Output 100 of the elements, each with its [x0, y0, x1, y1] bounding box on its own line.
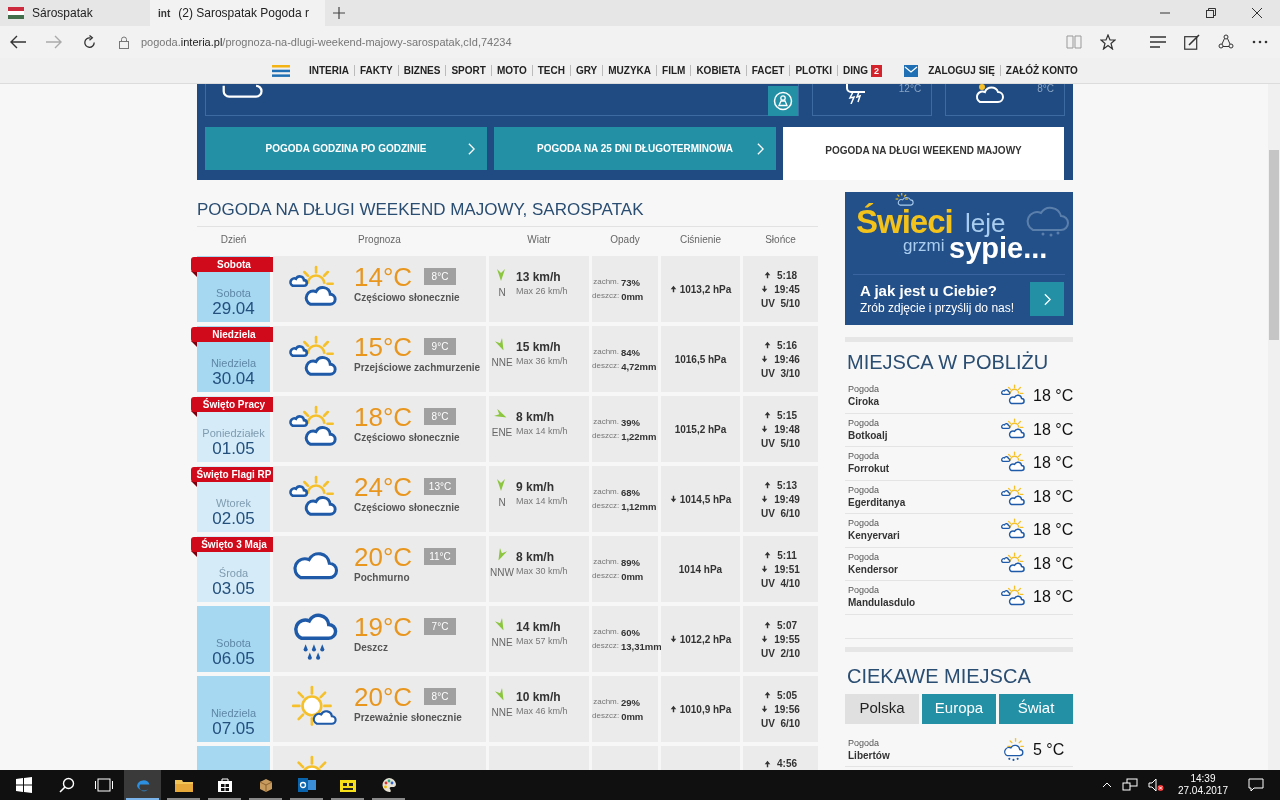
arrow-up-icon [764, 481, 771, 489]
wind-gust: Max 26 km/h [516, 285, 568, 298]
nav-link[interactable]: MUZYKA [602, 65, 657, 76]
precipitation-label: zachm. [593, 487, 619, 497]
network-icon[interactable] [1121, 778, 1138, 792]
shopping-bag-icon[interactable] [215, 777, 234, 793]
chevron-right-icon [468, 141, 475, 156]
more-icon[interactable] [1252, 40, 1268, 44]
share-icon[interactable] [1218, 34, 1234, 50]
forecast-tab[interactable]: POGODA NA DŁUGI WEEKEND MAJOWY [783, 127, 1064, 180]
address-field[interactable]: pogoda.interia.pl/prognoza-na-dlugi-weekend-majowy-sarospatak,cId,74234 [141, 33, 512, 51]
region-tab[interactable]: Świat [999, 693, 1073, 724]
sunrise-time: 4:56 [777, 758, 797, 769]
forecast-card[interactable]: 12°C [812, 84, 933, 116]
sunset-time: 19:48 [774, 423, 800, 435]
site-logo-icon[interactable] [272, 64, 290, 77]
forecast-card[interactable]: 8°C [945, 84, 1065, 116]
place-row[interactable]: Pogoda Ciroka 18 °C [845, 380, 1073, 414]
paint-palette-icon[interactable] [379, 777, 398, 793]
place-temperature: 18 °C [1033, 453, 1073, 474]
nav-link[interactable]: FACET [745, 65, 790, 76]
person-circle-icon[interactable] [773, 91, 794, 111]
back-icon[interactable] [10, 35, 26, 49]
mail-icon[interactable] [904, 64, 919, 77]
nav-link[interactable]: SPORT [445, 65, 491, 76]
card-temperature: 8°C [1037, 84, 1054, 94]
precipitation-value: 89% [621, 556, 641, 568]
forecast-tab[interactable]: POGODA NA 25 DNI DŁUGOTERMINOWA [494, 127, 776, 170]
restore-icon[interactable] [1206, 8, 1216, 18]
sunset-time: 19:51 [774, 563, 800, 575]
sunset-time: 19:46 [774, 353, 800, 365]
nav-link[interactable]: KOBIETA [690, 65, 746, 76]
moon-cloud-icon [974, 84, 1005, 104]
arrow-up-icon [764, 341, 771, 349]
nav-link[interactable]: TECH [531, 65, 570, 76]
arrow-up-icon [764, 691, 771, 699]
place-row[interactable]: Pogoda Botkoalj 18 °C [845, 413, 1073, 447]
chevron-up-icon[interactable] [1101, 782, 1112, 788]
windows-start-icon[interactable] [16, 777, 32, 793]
folder-icon[interactable] [174, 777, 193, 793]
nav-link[interactable]: MOTO [490, 65, 532, 76]
wind-gust: Max 14 km/h [516, 495, 568, 508]
clock[interactable]: 14:39 27.04.2017 [1173, 773, 1232, 797]
favorite-star-icon[interactable] [1100, 34, 1116, 50]
scrollbar-thumb[interactable] [1269, 150, 1279, 340]
day-name: Niedziela [210, 707, 257, 719]
place-row[interactable]: Pogoda Forrokut 18 °C [845, 447, 1073, 481]
nav-link[interactable]: GRY [569, 65, 603, 76]
login-link[interactable]: ZALOGUJ SIĘ [923, 63, 1000, 78]
notification-icon[interactable] [1248, 778, 1264, 792]
speaker-muted-icon[interactable] [1147, 778, 1164, 792]
nav-link[interactable]: FILM [656, 65, 691, 76]
wind-speed: 8 km/h [516, 549, 554, 566]
precipitation-value: 39% [621, 416, 641, 428]
close-icon[interactable] [1252, 8, 1262, 18]
column-header: Dzień [220, 234, 247, 245]
place-name: Mandulasdulo [848, 596, 916, 610]
precipitation-label: deszcz: [592, 291, 620, 301]
search-icon[interactable] [58, 777, 75, 793]
place-name: Libertów [848, 748, 890, 762]
arrow-up-icon [669, 285, 677, 293]
precipitation-value: 73% [621, 276, 641, 288]
task-view-icon[interactable] [94, 778, 113, 792]
chevron-right-icon [1043, 292, 1051, 306]
place-temperature: 18 °C [1033, 520, 1073, 541]
arrow-up-icon [764, 551, 772, 559]
browser-tab[interactable]: int (2) Sarospatak Pogoda r [150, 0, 325, 26]
nav-link[interactable]: FAKTY [354, 65, 398, 76]
place-row[interactable]: Pogoda Egerditanya 18 °C [845, 480, 1073, 514]
nav-link[interactable]: PLOTKI [789, 65, 838, 76]
pressure-value: 1013,2 hPa [679, 282, 732, 297]
hub-menu-icon[interactable] [1150, 36, 1166, 48]
mail-app-icon[interactable] [297, 777, 316, 793]
wind-direction: ENE [490, 426, 514, 440]
precipitation-label: deszcz: [591, 641, 619, 651]
nav-link[interactable]: BIZNES [397, 65, 446, 76]
region-tab[interactable]: Europa [922, 693, 996, 724]
wind-speed: 13 km/h [516, 269, 561, 286]
place-row[interactable]: Pogoda Libertów 5 °C [845, 733, 1073, 767]
pressure-value: 1015,2 hPa [674, 422, 727, 437]
column-header: Prognoza [358, 234, 401, 245]
uv-index: UV 4/10 [761, 577, 800, 589]
new-tab-icon[interactable] [333, 7, 345, 19]
place-temperature: 18 °C [1033, 486, 1073, 507]
place-row[interactable]: Pogoda Kenyervari 18 °C [845, 514, 1073, 548]
precipitation-label: zachm. [593, 277, 619, 287]
forecast-tab[interactable]: POGODA GODZINA PO GODZINIE [205, 127, 487, 170]
place-label: Pogoda [848, 585, 881, 597]
pen-note-icon[interactable] [1184, 34, 1200, 50]
place-row[interactable]: Pogoda Kendersor 18 °C [845, 547, 1073, 581]
temperature: 18°C [354, 402, 413, 432]
precipitation-value: 84% [621, 346, 641, 358]
region-tab[interactable]: Polska [845, 693, 919, 724]
place-row[interactable]: Pogoda Mandulasdulo 18 °C [845, 581, 1073, 615]
register-link[interactable]: ZAŁÓŻ KONTO [999, 65, 1083, 76]
refresh-icon[interactable] [82, 34, 97, 50]
arrow-down-icon [761, 355, 769, 363]
date-label: 29.04 [212, 299, 255, 318]
nav-link[interactable]: INTERIA [304, 65, 354, 76]
app-window-icon[interactable] [338, 777, 357, 793]
